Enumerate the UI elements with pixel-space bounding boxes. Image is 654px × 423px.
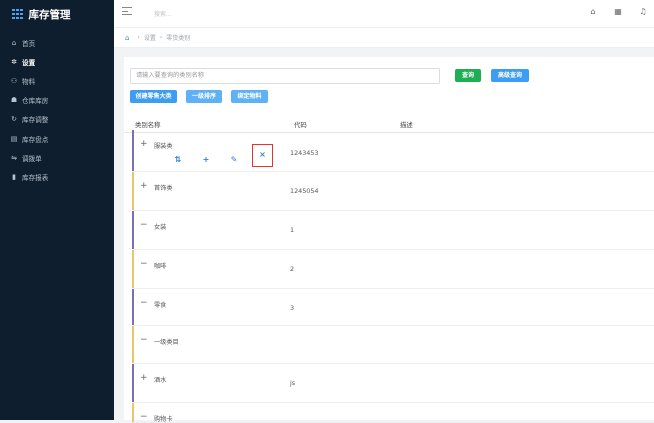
home-icon: ⌂ — [11, 38, 17, 47]
breadcrumb-item[interactable]: 设置 — [144, 33, 156, 42]
add-icon[interactable]: + — [200, 154, 212, 166]
sort-button[interactable]: 一级排序 — [186, 90, 222, 103]
column-header-code: 代码 — [294, 121, 307, 129]
row-level-bar — [132, 250, 134, 288]
row-level-bar — [132, 326, 134, 363]
warehouse-icon: ☗ — [10, 96, 18, 105]
collapse-icon[interactable]: − — [140, 299, 148, 308]
grid-icon[interactable]: ▦ — [613, 7, 623, 17]
adjust-icon: ↻ — [11, 115, 17, 124]
sidebar-item[interactable]: ⌂ 首页 — [0, 33, 114, 52]
collapse-icon[interactable]: − — [140, 336, 148, 345]
edit-icon[interactable]: ✎ — [228, 154, 240, 166]
top-header: 搜索... ⌂ ▦ ♫ — [114, 0, 654, 28]
sidebar-item[interactable]: ↻ 库存调整 — [0, 110, 114, 129]
create-category-button[interactable]: 创建零售大类 — [130, 90, 177, 103]
category-name: 服装类 — [154, 143, 173, 150]
row-level-bar — [132, 364, 134, 402]
sidebar-item[interactable]: ▮ 库存报表 — [0, 167, 114, 186]
sidebar-item-label: 物料 — [22, 77, 36, 86]
bell-icon[interactable]: ♫ — [638, 7, 648, 17]
sidebar-nav: ⌂ 首页 ✲ 设置 ⚇ 物料 ☗ 仓库库房 ↻ 库存调整 ▤ 库存盘点 ⇋ 调拨单 ▮ 库存报表 — [0, 33, 114, 187]
home-icon[interactable]: ⌂ — [588, 7, 598, 17]
row-level-bar — [132, 289, 134, 325]
category-name: 首饰类 — [154, 185, 173, 192]
sidebar-item[interactable]: ⇋ 调拨单 — [0, 148, 114, 167]
category-name: 酒水 — [154, 377, 167, 384]
category-search-input[interactable]: 请输入要查询的类别名称 — [130, 68, 440, 84]
table-row[interactable]: − 购物卡 — [132, 403, 654, 423]
collapse-icon[interactable]: − — [140, 221, 148, 230]
breadcrumb: ⌂ › 设置 › 零货类别 — [114, 28, 654, 48]
sidebar-item-label: 仓库库房 — [22, 97, 49, 106]
table-row[interactable]: − 女装 1 — [132, 211, 654, 250]
category-name: 一级类目 — [154, 339, 179, 346]
expand-icon[interactable]: + — [140, 182, 148, 191]
category-code: 1245054 — [290, 187, 319, 195]
box-icon: ⚇ — [10, 76, 18, 85]
table-row[interactable]: − 咖啡 2 — [132, 250, 654, 289]
sidebar-item[interactable]: ▤ 库存盘点 — [0, 129, 114, 148]
row-level-bar — [132, 130, 134, 171]
row-level-bar — [132, 211, 134, 249]
sidebar-item[interactable]: ⚇ 物料 — [0, 71, 114, 90]
table-row[interactable]: + 服装类 1243453 ⇅ + ✎ × — [132, 130, 654, 172]
bind-material-button[interactable]: 绑定物料 — [231, 90, 268, 103]
bar-chart-icon: ▮ — [12, 172, 16, 181]
sidebar-item-label: 库存盘点 — [22, 135, 49, 144]
sidebar-item-label: 设置 — [22, 58, 36, 67]
column-header-name: 类别名称 — [135, 121, 161, 129]
sidebar-item-label: 调拨单 — [22, 154, 42, 163]
breadcrumb-item: 零货类别 — [166, 35, 191, 42]
menu-toggle-icon[interactable] — [122, 7, 132, 17]
move-icon[interactable]: ⇅ — [172, 154, 184, 166]
app-logo[interactable]: 库存管理 — [0, 0, 114, 28]
table-row[interactable]: − 一级类目 — [132, 326, 654, 364]
sidebar-item-label: 库存调整 — [22, 116, 49, 125]
category-name: 女装 — [154, 224, 167, 231]
transfer-icon: ⇋ — [11, 153, 17, 162]
category-code: 1 — [290, 226, 295, 234]
sidebar: 库存管理 ⌂ 首页 ✲ 设置 ⚇ 物料 ☗ 仓库库房 ↻ 库存调整 ▤ 库存盘点 ⇋ 调拨单 ▮ 库存报表 — [0, 0, 114, 420]
row-level-bar — [132, 172, 134, 210]
expand-icon[interactable]: + — [140, 374, 148, 383]
table-row[interactable]: + 酒水 js — [132, 364, 654, 403]
query-button[interactable]: 查询 — [455, 69, 481, 82]
collapse-icon[interactable]: − — [140, 260, 148, 269]
apps-grid-icon — [12, 8, 23, 20]
advanced-query-button[interactable]: 高级查询 — [491, 69, 529, 82]
header-search-input[interactable]: 搜索... — [154, 9, 172, 18]
table-row[interactable]: − 零食 3 — [132, 289, 654, 326]
table-row[interactable]: + 首饰类 1245054 — [132, 172, 654, 211]
delete-icon[interactable]: × — [252, 144, 273, 167]
category-code: 1243453 — [290, 149, 319, 157]
gear-icon: ✲ — [11, 57, 17, 66]
sidebar-item[interactable]: ☗ 仓库库房 — [0, 91, 114, 110]
sidebar-item-label: 首页 — [22, 39, 36, 48]
category-code: js — [290, 379, 296, 387]
sidebar-item[interactable]: ✲ 设置 — [0, 52, 114, 71]
category-code: 3 — [290, 304, 295, 312]
breadcrumb-home-icon[interactable]: ⌂ — [125, 34, 129, 42]
category-name: 购物卡 — [154, 416, 173, 423]
clipboard-icon: ▤ — [10, 134, 18, 143]
expand-icon[interactable]: + — [140, 140, 148, 149]
sidebar-item-label: 库存报表 — [22, 173, 49, 182]
category-name: 咖啡 — [154, 263, 167, 270]
category-code: 2 — [290, 265, 295, 273]
column-header-description: 描述 — [400, 121, 413, 129]
app-title: 库存管理 — [28, 8, 71, 21]
row-level-bar — [132, 403, 134, 422]
category-panel: 请输入要查询的类别名称 查询 高级查询 创建零售大类 一级排序 绑定物料 类别名… — [124, 57, 654, 423]
category-name: 零食 — [154, 302, 167, 309]
